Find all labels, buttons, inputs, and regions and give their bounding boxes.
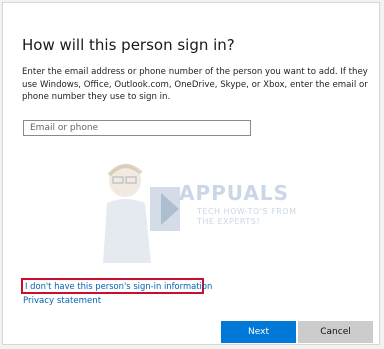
email-or-phone-input[interactable] bbox=[23, 120, 251, 136]
dialog-description: Enter the email address or phone number … bbox=[22, 67, 368, 103]
next-button[interactable]: Next bbox=[221, 321, 296, 343]
cancel-button[interactable]: Cancel bbox=[298, 321, 373, 343]
privacy-statement-link[interactable]: Privacy statement bbox=[23, 296, 101, 306]
no-sign-in-info-link[interactable]: I don't have this person's sign-in infor… bbox=[21, 278, 212, 294]
add-person-dialog: How will this person sign in? Enter the … bbox=[2, 2, 380, 345]
watermark-tagline: TECH HOW-TO'S FROM THE EXPERTS! bbox=[197, 207, 297, 226]
watermark-brand: APPUALS bbox=[179, 181, 290, 205]
dialog-title: How will this person sign in? bbox=[22, 36, 235, 54]
